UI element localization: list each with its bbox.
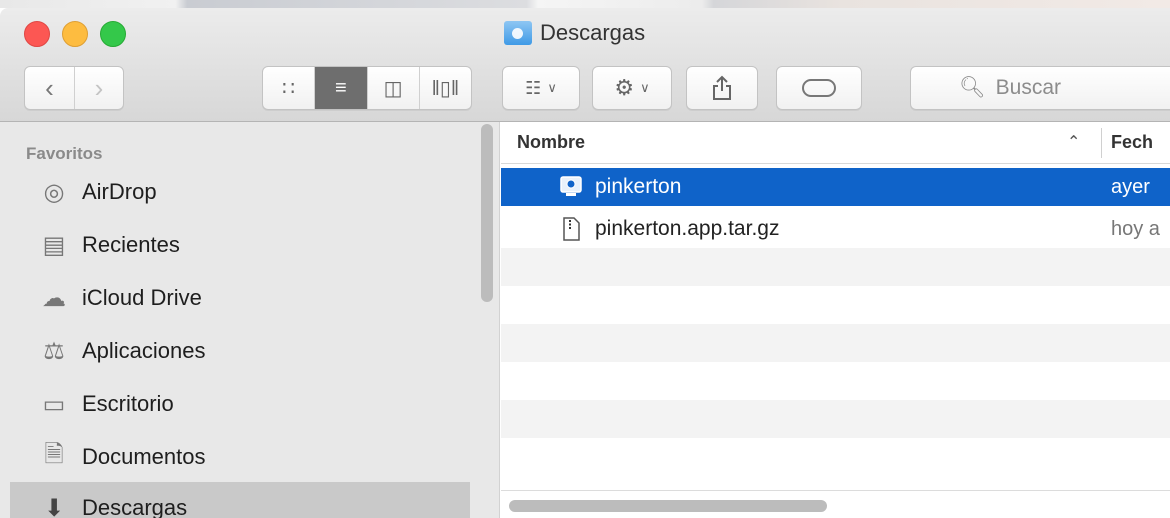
applications-icon: ⚖ <box>43 337 65 365</box>
scrollbar-divider <box>501 490 1170 491</box>
sidebar-item-label: AirDrop <box>82 179 157 204</box>
column-header-name[interactable]: Nombre <box>517 132 585 153</box>
gear-icon: ⚙ <box>614 75 635 100</box>
sidebar-item-icloud-drive[interactable]: ☁︎ iCloud Drive <box>10 272 470 324</box>
empty-row <box>501 400 1170 438</box>
chevron-down-icon: ∨ <box>640 80 650 95</box>
zoom-window-button[interactable] <box>100 21 126 47</box>
application-icon <box>560 176 582 196</box>
cover-flow-icon: ‖▯‖ <box>431 77 460 100</box>
sidebar-item-documentos[interactable]: 🗎 Documentos <box>10 431 470 483</box>
background-strip <box>0 0 1170 8</box>
file-name: pinkerton <box>595 175 682 198</box>
list-view-button[interactable]: ≡ <box>314 67 367 109</box>
empty-row <box>501 438 1170 476</box>
empty-row <box>501 286 1170 324</box>
downloads-icon: ⬇︎ <box>43 494 65 518</box>
file-row-pinkerton-tar-gz[interactable]: pinkerton.app.tar.gz hoy a <box>501 210 1170 248</box>
file-name: pinkerton.app.tar.gz <box>595 217 780 240</box>
column-header-date[interactable]: Fech <box>1111 132 1153 153</box>
sidebar-item-recientes[interactable]: ▤ Recientes <box>10 219 470 271</box>
arrange-button[interactable]: ☷ ∨ <box>502 66 580 110</box>
sidebar-item-label: Descargas <box>82 495 188 518</box>
sidebar-item-aplicaciones[interactable]: ⚖ Aplicaciones <box>10 325 470 377</box>
empty-row <box>501 248 1170 286</box>
sort-ascending-icon: ⌃ <box>1067 134 1081 151</box>
sidebar-item-label: Documentos <box>82 444 206 469</box>
file-date: ayer <box>1111 176 1150 198</box>
close-window-button[interactable] <box>24 21 50 47</box>
column-view-button[interactable]: ◫ <box>366 67 419 109</box>
desktop-icon: ▭ <box>42 390 66 418</box>
view-mode-selector: ∷ ≡ ◫ ‖▯‖ <box>262 66 472 110</box>
forward-button[interactable]: › <box>74 67 123 109</box>
sidebar-item-label: Recientes <box>82 232 180 257</box>
file-list: Nombre ⌃ Fech pinkerton ayer pinkerton.a… <box>501 122 1170 518</box>
sidebar-item-label: Aplicaciones <box>82 338 206 363</box>
documents-icon: 🗎 <box>44 440 64 468</box>
sidebar-item-label: iCloud Drive <box>82 285 202 310</box>
share-button[interactable] <box>686 66 758 110</box>
action-button[interactable]: ⚙ ∨ <box>592 66 672 110</box>
finder-toolbar: Descargas ‹ › ∷ ≡ ◫ ‖▯‖ ☷ ∨ ⚙ ∨ 🔍︎ Busca… <box>0 8 1170 122</box>
search-field[interactable]: 🔍︎ Buscar <box>910 66 1170 110</box>
empty-row <box>501 362 1170 400</box>
sidebar-item-airdrop[interactable]: ◎ AirDrop <box>10 166 470 218</box>
sidebar-scrollbar[interactable] <box>481 124 493 302</box>
window-title: Descargas <box>504 18 645 48</box>
arrange-grid-icon: ☷ <box>525 77 542 98</box>
chevron-left-icon: ‹ <box>45 72 54 103</box>
navigation-buttons: ‹ › <box>24 66 124 110</box>
column-header: Nombre ⌃ Fech <box>501 122 1170 164</box>
sidebar-section-favorites: Favoritos <box>26 144 103 163</box>
sidebar: Favoritos ◎ AirDrop ▤ Recientes ☁︎ iClou… <box>0 122 500 518</box>
tags-button[interactable] <box>776 66 862 110</box>
horizontal-scrollbar[interactable] <box>509 500 827 512</box>
empty-row <box>501 324 1170 362</box>
list-icon: ≡ <box>335 76 347 99</box>
sidebar-item-escritorio[interactable]: ▭ Escritorio <box>10 378 470 430</box>
recents-icon: ▤ <box>42 231 66 259</box>
grid-icon: ∷ <box>282 77 295 100</box>
file-date: hoy a <box>1111 218 1160 240</box>
minimize-window-button[interactable] <box>62 21 88 47</box>
icon-view-button[interactable]: ∷ <box>263 67 314 109</box>
column-separator[interactable] <box>1101 128 1102 158</box>
chevron-right-icon: › <box>94 72 104 103</box>
sidebar-item-label: Escritorio <box>82 391 174 416</box>
search-icon: 🔍︎ <box>959 76 986 99</box>
chevron-down-icon: ∨ <box>547 80 557 95</box>
back-button[interactable]: ‹ <box>25 67 74 109</box>
columns-icon: ◫ <box>383 77 403 100</box>
cover-flow-view-button[interactable]: ‖▯‖ <box>418 67 471 109</box>
share-icon <box>713 75 731 100</box>
tag-icon <box>802 79 836 97</box>
downloads-folder-icon <box>504 21 532 45</box>
window-title-text: Descargas <box>540 20 646 45</box>
sidebar-item-descargas[interactable]: ⬇︎ Descargas <box>10 482 470 518</box>
cloud-icon: ☁︎ <box>42 284 66 312</box>
airdrop-icon: ◎ <box>43 178 65 206</box>
search-placeholder: Buscar <box>995 76 1062 99</box>
file-row-pinkerton[interactable]: pinkerton ayer <box>501 168 1170 206</box>
archive-icon <box>563 217 580 241</box>
